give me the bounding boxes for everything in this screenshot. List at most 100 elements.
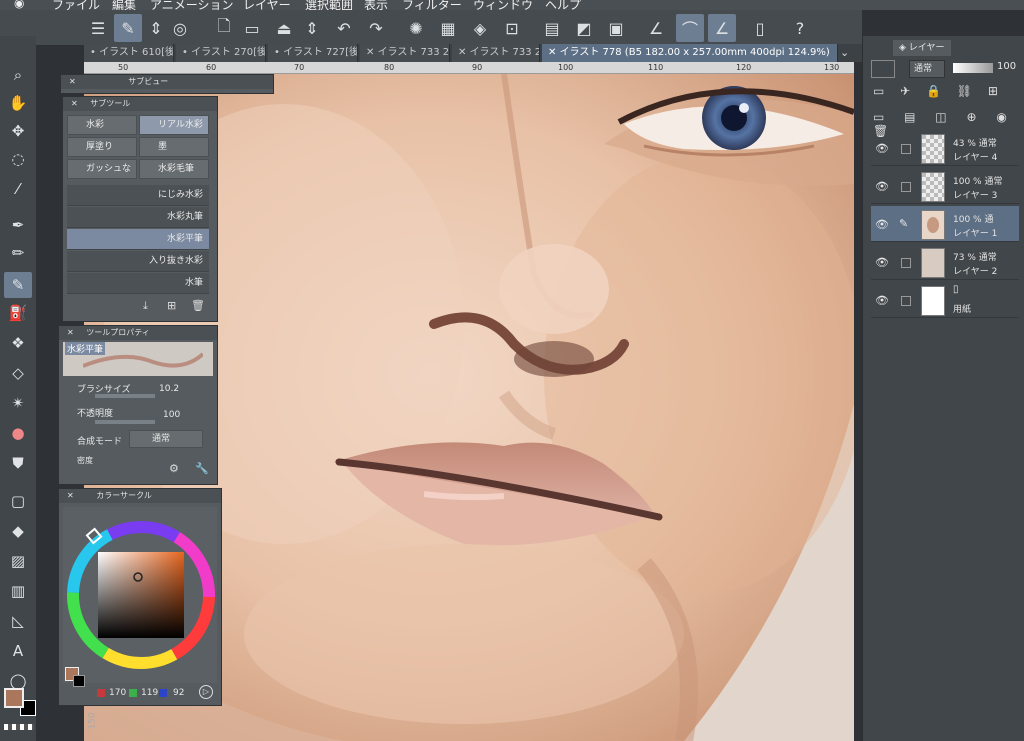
ruler-tool-icon[interactable]: ◺ — [4, 608, 32, 634]
transform-icon[interactable]: ⊡ — [498, 14, 526, 42]
transparent-color-icon[interactable] — [4, 724, 34, 730]
fill-icon[interactable]: ◈ — [466, 14, 494, 42]
pen-icon[interactable]: ✒ — [4, 212, 32, 238]
brush-item-selected[interactable]: 水彩平筆 — [67, 229, 209, 250]
checkbox[interactable] — [901, 144, 911, 154]
crop-icon[interactable]: ▦ — [434, 14, 462, 42]
smartphone-icon[interactable]: ▯ — [746, 14, 774, 42]
menu-window[interactable]: ウィンドウ — [473, 0, 533, 10]
close-icon[interactable]: ✕ — [71, 99, 78, 108]
download-icon[interactable]: ⤓ — [143, 299, 148, 313]
pencil-icon[interactable]: ✏ — [4, 240, 32, 266]
zoom-icon[interactable]: ⌕ — [4, 62, 32, 88]
red-value[interactable]: 170 — [109, 688, 126, 698]
clear-selection-icon[interactable]: ✺ — [402, 14, 430, 42]
stabilizer-icon[interactable]: ⌒ — [676, 14, 704, 42]
chevron-down-icon[interactable]: ⌄ — [840, 46, 849, 59]
layer-row[interactable]: 👁 100 % 通常 レイヤー 3 — [871, 168, 1019, 204]
rectangle-icon[interactable]: ▢ — [4, 488, 32, 514]
subtool-group-watercolor[interactable]: 水彩 — [67, 115, 137, 135]
brush-item[interactable]: 入り抜き水彩 — [67, 251, 209, 272]
sub-color-swatch-small[interactable] — [73, 675, 85, 687]
frame-border-icon[interactable]: ▥ — [4, 578, 32, 604]
subtool-group-gouache[interactable]: ガッシュな — [67, 159, 137, 179]
layer-color-icon[interactable] — [871, 60, 895, 78]
brush-item[interactable]: にじみ水彩 — [67, 185, 209, 206]
stepper-icon[interactable]: ⇕ — [298, 14, 326, 42]
tab-document-active[interactable]: ✕ イラスト 778 (B5 182.00 x 257.00mm 400dpi … — [542, 44, 838, 62]
color-mode-icon[interactable]: ▷ — [199, 685, 213, 699]
brush-item[interactable]: 水筆 — [67, 273, 209, 294]
blue-value[interactable]: 92 — [173, 688, 184, 698]
eye-icon[interactable]: 👁 — [875, 256, 889, 269]
frame-icon[interactable]: ▣ — [602, 14, 630, 42]
eye-icon[interactable]: 👁 — [875, 180, 889, 193]
main-color-swatch[interactable] — [4, 688, 24, 708]
tab-document[interactable]: • イラスト 727[後 — [268, 44, 358, 62]
decoration-icon[interactable]: ❖ — [4, 330, 32, 356]
layer-tools-row-1[interactable]: ▭ ✈ 🔒 ⛓ ⊞ — [873, 84, 1004, 98]
angle-icon[interactable]: ∠ — [708, 14, 736, 42]
eyedropper-icon[interactable]: ⁄ — [4, 176, 32, 202]
hand-icon[interactable]: ✋ — [4, 90, 32, 116]
tab-document[interactable]: • イラスト 270[後 — [176, 44, 266, 62]
menu-file[interactable]: ファイル — [52, 0, 100, 10]
opacity-value[interactable]: 100 — [163, 410, 180, 420]
menu-layer[interactable]: レイヤー — [243, 0, 291, 10]
help-icon[interactable]: ? — [786, 14, 814, 42]
tab-document[interactable]: • イラスト 610[後 — [84, 44, 174, 62]
brush-size-slider[interactable] — [95, 394, 155, 398]
gradient-icon[interactable]: ▨ — [4, 548, 32, 574]
subtool-group-watercolor-brush[interactable]: 水彩毛筆 — [139, 159, 209, 179]
save-icon[interactable]: ⏏ — [270, 14, 298, 42]
trash-icon[interactable]: 🗑 — [191, 299, 205, 312]
eye-icon[interactable]: 👁 — [875, 294, 889, 307]
brush-size-value[interactable]: 10.2 — [159, 384, 179, 394]
subtool-group-real-watercolor[interactable]: リアル水彩 — [139, 115, 209, 135]
new-canvas-icon[interactable]: ✎ — [114, 14, 142, 42]
menu-filter[interactable]: フィルター — [402, 0, 462, 10]
opacity-slider[interactable] — [95, 420, 155, 424]
tab-document[interactable]: ✕ イラスト 733 2 — [452, 44, 540, 62]
layer-row-selected[interactable]: 👁 ✎ 100 % 通 レイヤー 1 — [871, 206, 1019, 242]
app-logo-icon[interactable]: ◉ — [14, 0, 24, 10]
checkbox[interactable] — [901, 258, 911, 268]
tab-layers[interactable]: ◈ レイヤー — [893, 40, 951, 56]
bucket-icon[interactable]: ◆ — [4, 518, 32, 544]
green-value[interactable]: 119 — [141, 688, 158, 698]
blend-mode-select[interactable]: 通常 — [129, 430, 203, 448]
lasso-icon[interactable]: ◌ — [4, 146, 32, 172]
sparkle-icon[interactable]: ✴ — [4, 390, 32, 416]
brush-item[interactable]: 水彩丸筆 — [67, 207, 209, 228]
eraser-icon[interactable]: ◇ — [4, 360, 32, 386]
fill-tool-icon[interactable]: ⛊ — [4, 450, 32, 476]
layer-opacity-value[interactable]: 100 — [997, 61, 1016, 72]
layer-row[interactable]: 👁 ▯ 用紙 — [871, 282, 1019, 318]
eye-icon[interactable]: 👁 — [875, 218, 889, 231]
tab-document[interactable]: ✕ イラスト 733 2 — [360, 44, 450, 62]
redo-icon[interactable]: ↷ — [362, 14, 390, 42]
checkbox[interactable] — [901, 182, 911, 192]
subtool-group-thick-paint[interactable]: 厚塗り — [67, 137, 137, 157]
airbrush-icon[interactable]: ⛽ — [4, 300, 32, 326]
wrench-icon[interactable]: 🔧 — [195, 462, 209, 475]
close-icon[interactable]: ✕ — [67, 491, 74, 500]
menu-icon[interactable]: ☰ — [84, 14, 112, 42]
new-file-icon[interactable]: 🗋 — [210, 14, 238, 42]
spiral-icon[interactable]: ◎ — [166, 14, 194, 42]
checkbox[interactable] — [901, 296, 911, 306]
eye-icon[interactable]: 👁 — [875, 142, 889, 155]
close-icon[interactable]: ✕ — [69, 77, 76, 86]
menu-view[interactable]: 表示 — [364, 0, 388, 10]
blend-icon[interactable]: ● — [4, 420, 32, 446]
undo-icon[interactable]: ↶ — [330, 14, 358, 42]
add-icon[interactable]: ⊞ — [167, 299, 176, 312]
brush-icon[interactable]: ✎ — [4, 272, 32, 298]
text-icon[interactable]: A — [4, 638, 32, 664]
layer-row[interactable]: 👁 73 % 通常 レイヤー 2 — [871, 244, 1019, 280]
open-folder-icon[interactable]: ▭ — [238, 14, 266, 42]
color-wheel[interactable] — [63, 517, 219, 673]
pen-pressure-icon[interactable]: ∠ — [642, 14, 670, 42]
settings-icon[interactable]: ⚙ — [169, 462, 179, 475]
menu-animation[interactable]: アニメーション — [150, 0, 234, 10]
